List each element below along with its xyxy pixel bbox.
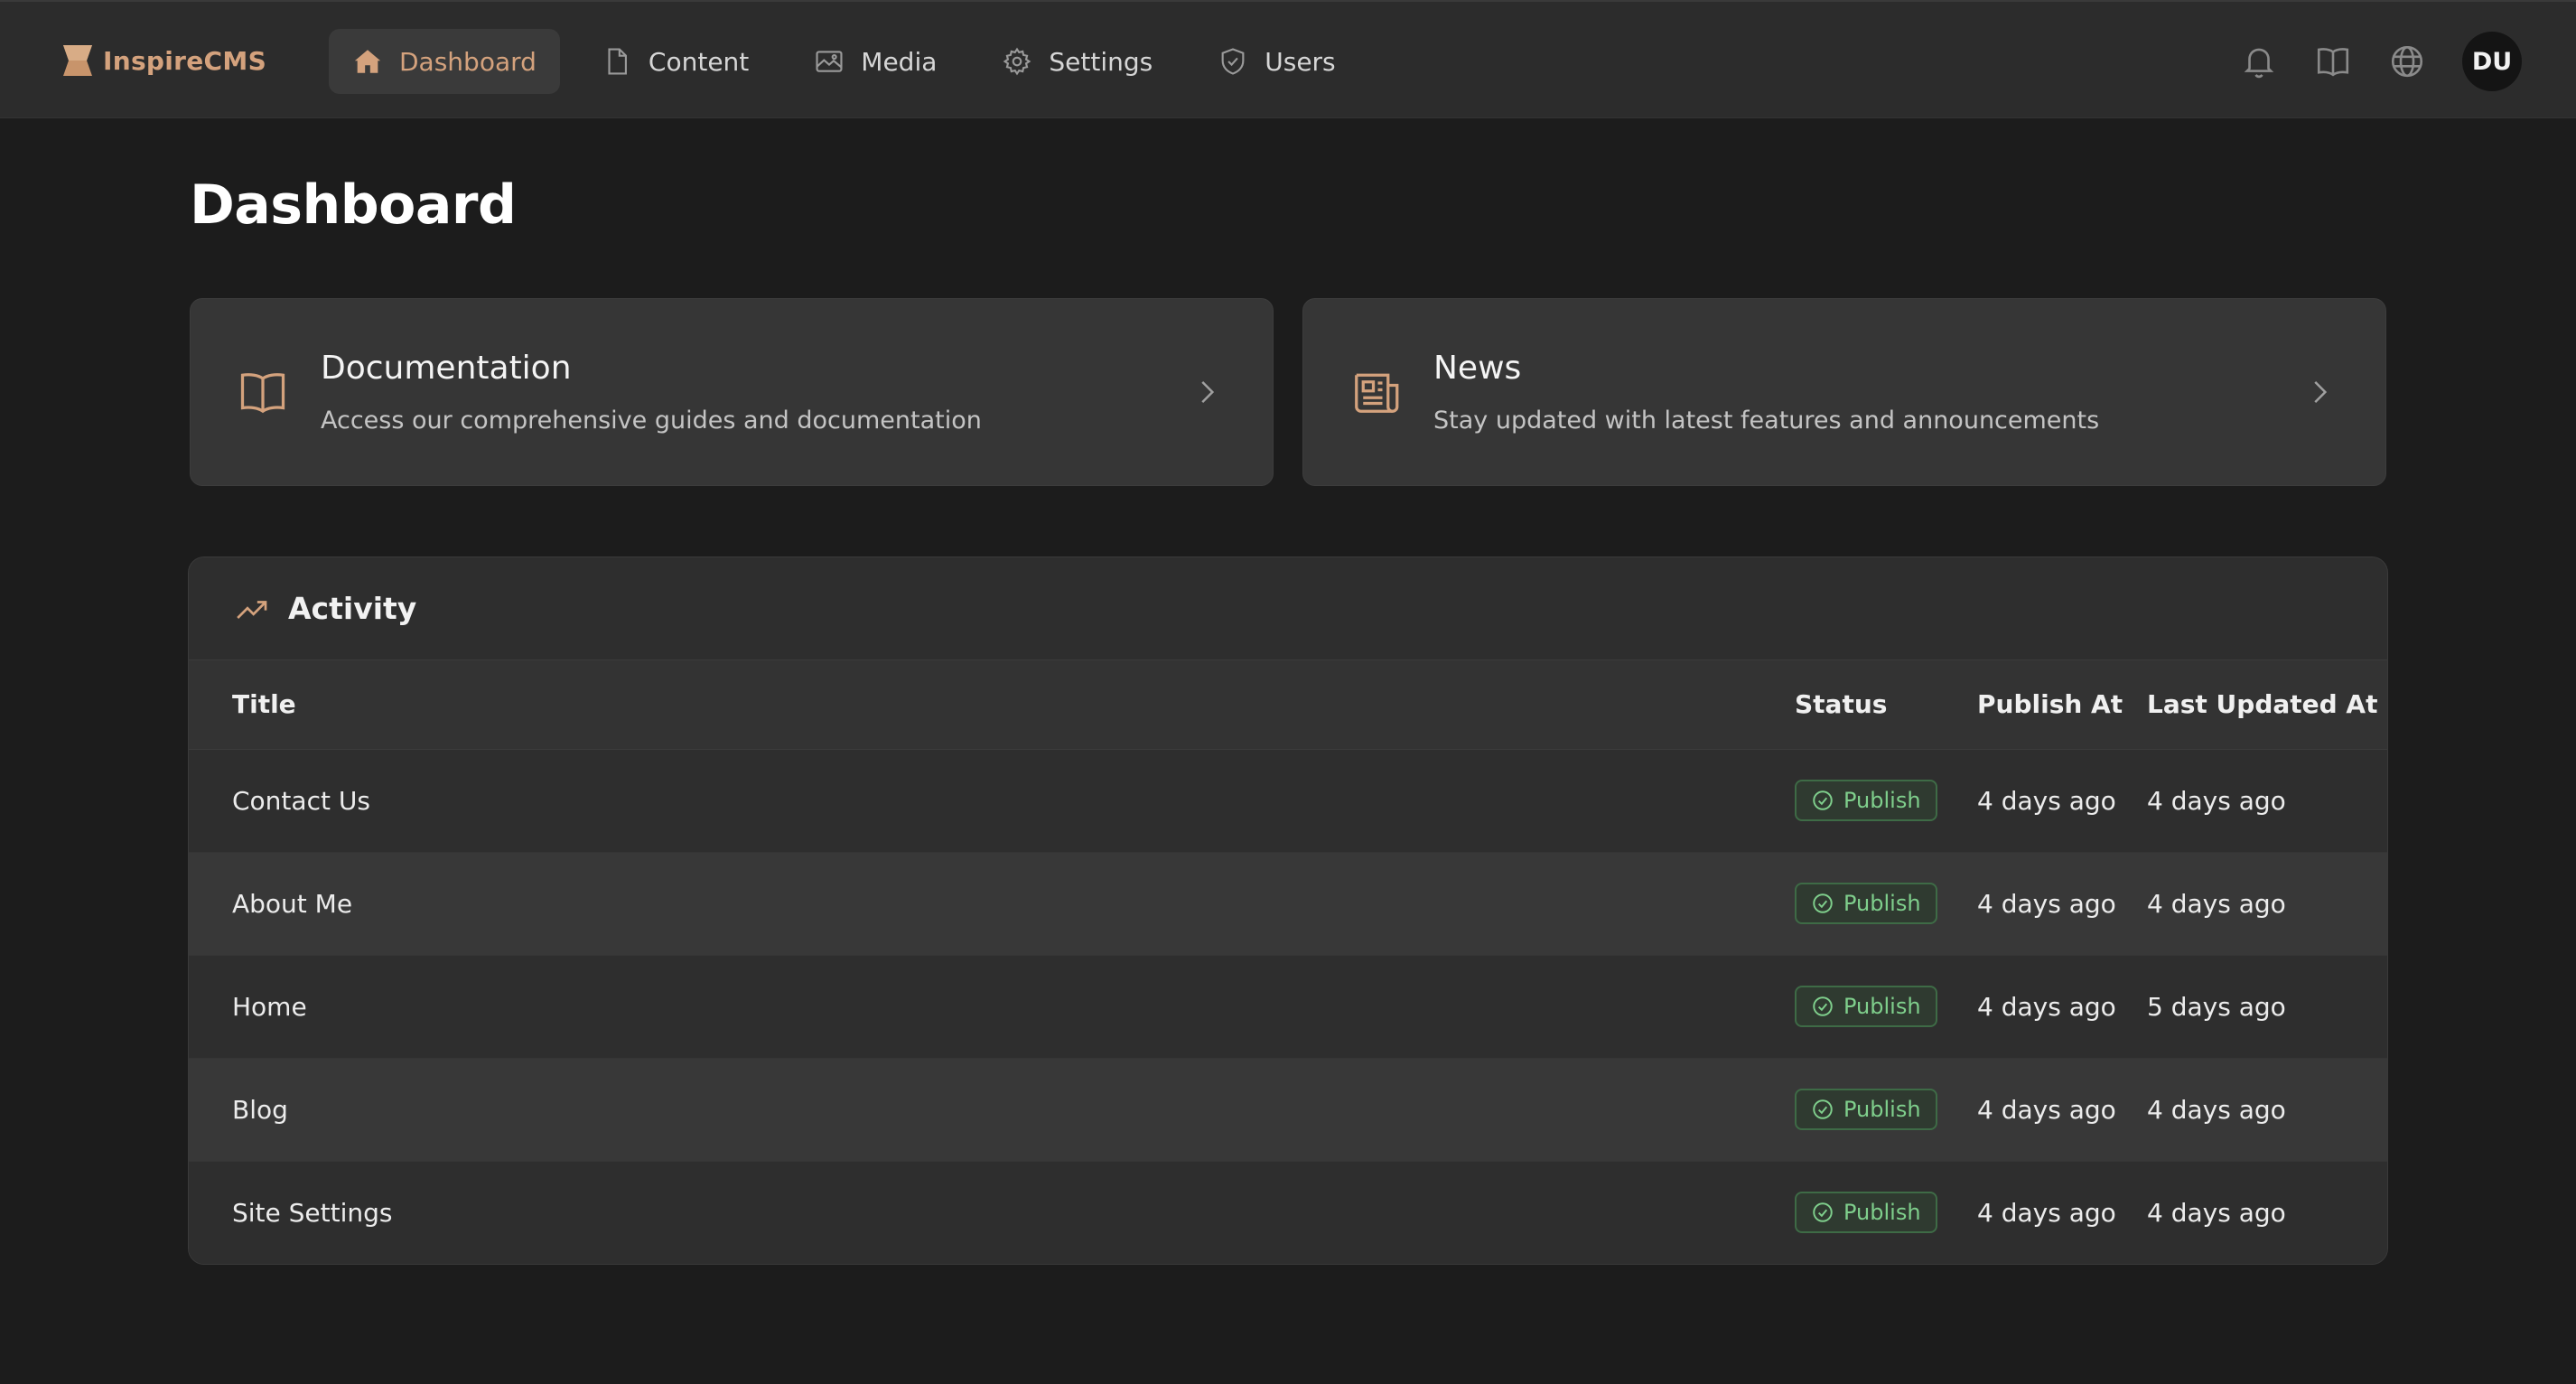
globe-icon[interactable] bbox=[2388, 42, 2426, 80]
check-circle-icon bbox=[1813, 996, 1833, 1016]
image-icon bbox=[816, 51, 843, 72]
home-icon bbox=[354, 50, 381, 73]
row-publish-at: 4 days ago bbox=[1977, 955, 2147, 1059]
row-publish-at: 4 days ago bbox=[1977, 852, 2147, 956]
row-status: Publish bbox=[1795, 852, 1977, 956]
nav-content-label: Content bbox=[648, 46, 750, 77]
documentation-card-text: Documentation Access our comprehensive g… bbox=[321, 350, 982, 435]
page-title: Dashboard bbox=[190, 173, 517, 237]
status-badge-label: Publish bbox=[1843, 788, 1921, 813]
status-badge: Publish bbox=[1795, 1089, 1937, 1130]
shield-icon bbox=[1221, 48, 1245, 75]
row-publish-at: 4 days ago bbox=[1977, 1058, 2147, 1162]
quick-links: Documentation Access our comprehensive g… bbox=[190, 298, 2386, 486]
activity-title: Activity bbox=[288, 591, 417, 626]
status-badge-label: Publish bbox=[1843, 1097, 1921, 1122]
brand-name: InspireCMS bbox=[103, 45, 267, 76]
main-nav: Dashboard Content Media Settings Users bbox=[329, 29, 1359, 94]
top-navigation-bar: InspireCMS Dashboard Content Media Setti… bbox=[0, 0, 2576, 118]
bell-icon[interactable] bbox=[2240, 42, 2278, 80]
status-badge-label: Publish bbox=[1843, 891, 1921, 916]
row-title: Contact Us bbox=[189, 749, 1795, 853]
status-badge-label: Publish bbox=[1843, 1200, 1921, 1226]
activity-header: Activity bbox=[189, 557, 2387, 660]
row-status: Publish bbox=[1795, 1161, 1977, 1264]
check-circle-icon bbox=[1813, 1099, 1833, 1119]
nav-content[interactable]: Content bbox=[578, 29, 772, 94]
document-icon bbox=[608, 48, 627, 75]
row-title: Site Settings bbox=[232, 1197, 393, 1228]
activity-panel: Activity Title Status Publish At Last Up… bbox=[188, 556, 2388, 1265]
activity-table: Title Status Publish At Last Updated At … bbox=[189, 660, 2387, 1264]
inspirecms-logo-icon bbox=[63, 45, 92, 76]
news-card-title: News bbox=[1433, 350, 1522, 387]
check-circle-icon bbox=[1813, 790, 1833, 810]
row-status: Publish bbox=[1795, 955, 1977, 1059]
status-badge-label: Publish bbox=[1843, 994, 1921, 1019]
nav-dashboard-label: Dashboard bbox=[399, 46, 537, 77]
row-last-updated-at: 4 days ago bbox=[2147, 749, 2387, 853]
row-status: Publish bbox=[1795, 1058, 1977, 1162]
row-publish-at: 4 days ago bbox=[1977, 749, 2147, 853]
nav-media-label: Media bbox=[861, 46, 938, 77]
nav-media[interactable]: Media bbox=[790, 29, 960, 94]
column-header-status[interactable]: Status bbox=[1795, 660, 1977, 750]
row-status: Publish bbox=[1795, 749, 1977, 853]
topbar-actions: DU bbox=[2240, 29, 2522, 94]
gear-icon bbox=[1003, 47, 1031, 76]
row-last-updated-at: 4 days ago bbox=[2147, 1197, 2286, 1228]
nav-settings-label: Settings bbox=[1049, 46, 1153, 77]
newspaper-icon bbox=[1355, 373, 1399, 413]
documentation-card-description: Access our comprehensive guides and docu… bbox=[321, 407, 982, 435]
status-badge: Publish bbox=[1795, 1192, 1937, 1234]
table-header-row: Title Status Publish At Last Updated At bbox=[189, 660, 2387, 750]
status-badge: Publish bbox=[1795, 883, 1937, 924]
nav-users-label: Users bbox=[1265, 46, 1336, 77]
row-title: Blog bbox=[189, 1058, 1795, 1162]
book-open-icon bbox=[240, 373, 285, 414]
user-avatar[interactable]: DU bbox=[2462, 32, 2522, 91]
check-circle-icon bbox=[1813, 893, 1833, 913]
nav-users[interactable]: Users bbox=[1194, 29, 1358, 94]
column-header-title[interactable]: Title bbox=[189, 660, 1795, 750]
brand-logo[interactable]: InspireCMS bbox=[61, 42, 266, 79]
documentation-card[interactable]: Documentation Access our comprehensive g… bbox=[190, 298, 1274, 486]
chevron-right-icon bbox=[2314, 381, 2328, 403]
row-last-updated-at: 4 days ago bbox=[2147, 852, 2387, 956]
column-header-last-updated-at[interactable]: Last Updated At bbox=[2147, 660, 2387, 750]
row-last-updated-at: 5 days ago bbox=[2147, 955, 2387, 1059]
nav-dashboard[interactable]: Dashboard bbox=[329, 29, 560, 94]
book-icon[interactable] bbox=[2314, 42, 2352, 80]
row-last-updated-at: 4 days ago bbox=[2147, 1058, 2387, 1162]
chevron-right-icon bbox=[1201, 381, 1215, 403]
table-row[interactable]: About Me Publish 4 days ago 4 days ago bbox=[189, 852, 2387, 956]
news-card-description: Stay updated with latest features and an… bbox=[1433, 407, 2100, 435]
news-card-text: News Stay updated with latest features a… bbox=[1433, 350, 2099, 435]
table-row[interactable]: Blog Publish 4 days ago 4 days ago bbox=[189, 1058, 2387, 1162]
row-title: Home bbox=[189, 955, 1795, 1059]
trending-up-icon bbox=[237, 600, 267, 619]
documentation-card-title: Documentation bbox=[321, 350, 572, 387]
row-title: About Me bbox=[189, 852, 1795, 956]
row-publish-at: 4 days ago bbox=[1977, 1197, 2116, 1228]
news-card[interactable]: News Stay updated with latest features a… bbox=[1302, 298, 2386, 486]
table-row[interactable]: Contact Us Publish 4 days ago 4 days ago bbox=[189, 749, 2387, 853]
status-badge: Publish bbox=[1795, 986, 1937, 1027]
check-circle-icon bbox=[1813, 1202, 1833, 1222]
table-row[interactable]: Home Publish 4 days ago 5 days ago bbox=[189, 955, 2387, 1059]
nav-settings[interactable]: Settings bbox=[978, 29, 1176, 94]
status-badge: Publish bbox=[1795, 780, 1937, 821]
table-row[interactable]: Site Settings Publish 4 days ago 4 days … bbox=[189, 1161, 2387, 1264]
column-header-publish-at[interactable]: Publish At bbox=[1977, 660, 2147, 750]
